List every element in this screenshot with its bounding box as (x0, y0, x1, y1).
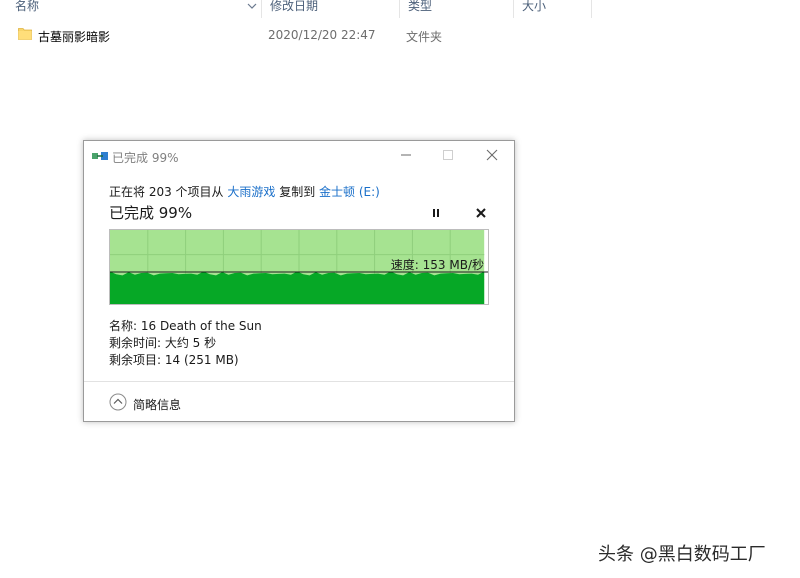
time-remaining: 剩余时间: 大约 5 秒 (109, 336, 217, 350)
file-row[interactable]: 古墓丽影暗影 2020/12/20 22:47 文件夹 (0, 24, 520, 44)
divider (84, 381, 514, 382)
cancel-copy-icon[interactable] (475, 207, 487, 219)
completion-status: 已完成 99% (109, 204, 193, 222)
column-header-size[interactable]: 大小 (514, 0, 592, 18)
copy-description-prefix: 正在将 203 个项目从 (109, 185, 228, 199)
current-file-name: 名称: 16 Death of the Sun (109, 319, 262, 333)
column-header-name-label: 名称 (15, 0, 40, 13)
speed-label: 速度: 153 MB/秒 (390, 258, 484, 272)
column-header-date-label: 修改日期 (270, 0, 319, 13)
dialog-title: 已完成 99% (112, 151, 179, 165)
folder-icon (18, 28, 32, 40)
destination-drive-link[interactable]: 金士顿 (E:) (319, 185, 380, 199)
column-header-row: 名称 修改日期 类型 大小 (0, 0, 800, 19)
chevron-down-icon[interactable] (247, 1, 257, 11)
minimize-icon[interactable] (399, 148, 413, 162)
copy-progress-dialog: 已完成 99% 正在将 203 个项目从 大雨游戏 复制到 金士顿 (E:) 已… (83, 140, 515, 422)
file-date: 2020/12/20 22:47 (268, 28, 376, 42)
watermark: 头条 @黑白数码工厂 (598, 544, 766, 565)
file-name: 古墓丽影暗影 (38, 30, 111, 44)
transfer-speed-graph: 速度: 153 MB/秒 (109, 229, 489, 305)
items-remaining: 剩余项目: 14 (251 MB) (109, 353, 239, 367)
maximize-icon[interactable] (441, 148, 455, 162)
copy-description-middle: 复制到 (275, 185, 320, 199)
source-folder-link[interactable]: 大雨游戏 (227, 185, 275, 199)
fewer-details-label: 简略信息 (133, 398, 182, 412)
column-header-type-label: 类型 (408, 0, 433, 13)
close-icon[interactable] (485, 148, 499, 162)
column-header-size-label: 大小 (522, 0, 547, 13)
file-type: 文件夹 (406, 30, 443, 44)
copy-transfer-icon (92, 152, 108, 160)
copy-description: 正在将 203 个项目从 大雨游戏 复制到 金士顿 (E:) (109, 183, 380, 200)
pause-icon[interactable] (430, 207, 442, 219)
speed-area (110, 270, 485, 304)
column-header-date[interactable]: 修改日期 (262, 0, 400, 18)
column-header-type[interactable]: 类型 (400, 0, 514, 18)
chevron-up-circle-icon[interactable] (109, 393, 127, 411)
dialog-titlebar[interactable]: 已完成 99% (84, 141, 514, 171)
column-header-name[interactable]: 名称 (8, 0, 262, 18)
